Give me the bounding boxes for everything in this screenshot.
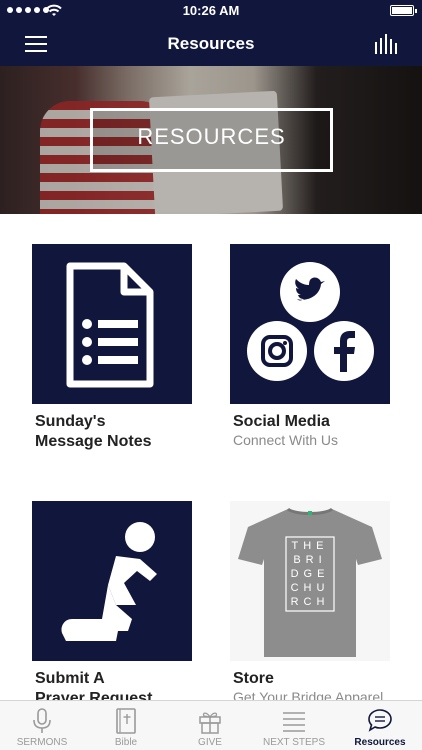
prayer-tile bbox=[32, 501, 192, 661]
hero-title: RESOURCES bbox=[137, 124, 286, 149]
battery-icon bbox=[390, 5, 417, 16]
tab-next-steps[interactable]: NEXT STEPS bbox=[252, 701, 336, 750]
shirt-text-line: BRI bbox=[293, 554, 326, 566]
shirt-text-line: CHU bbox=[291, 582, 330, 594]
card-title: Social Media bbox=[233, 413, 330, 430]
tab-bar: SERMONS Bible GIVE NEXT STEPS Resources bbox=[0, 700, 422, 750]
card-title: Store bbox=[233, 670, 274, 687]
page-title: Resources bbox=[167, 34, 255, 53]
card-store[interactable]: THE BRI DGE CHU RCH Store Get Your Bridg… bbox=[230, 501, 390, 705]
card-prayer-request[interactable]: Submit A Prayer Request bbox=[32, 501, 192, 707]
hero-banner: RESOURCES bbox=[0, 66, 422, 214]
gift-icon bbox=[199, 712, 221, 734]
social-media-icons bbox=[247, 262, 374, 381]
tab-bible[interactable]: Bible bbox=[84, 701, 168, 750]
status-time: 10:26 AM bbox=[182, 3, 240, 18]
notes-tile bbox=[32, 244, 192, 404]
social-tile bbox=[230, 244, 390, 404]
shirt-text-line: THE bbox=[292, 540, 329, 552]
praying-person-icon bbox=[61, 522, 157, 641]
list-icon bbox=[283, 712, 305, 732]
instagram-icon bbox=[247, 321, 307, 381]
card-message-notes[interactable]: Sunday's Message Notes bbox=[32, 244, 192, 464]
store-tile: THE BRI DGE CHU RCH bbox=[230, 501, 390, 661]
tab-sermons[interactable]: SERMONS bbox=[0, 701, 84, 750]
tab-give[interactable]: GIVE bbox=[168, 701, 252, 750]
tshirt-image: THE BRI DGE CHU RCH bbox=[238, 507, 382, 657]
nav-bar: Resources bbox=[0, 22, 422, 66]
tab-label: GIVE bbox=[198, 737, 222, 748]
tab-resources[interactable]: Resources bbox=[338, 701, 422, 750]
tab-label: Bible bbox=[114, 737, 138, 748]
document-list-icon bbox=[66, 262, 154, 388]
microphone-icon bbox=[33, 708, 51, 733]
shirt-text-line: RCH bbox=[291, 596, 330, 608]
tab-label: NEXT STEPS bbox=[262, 737, 326, 748]
tab-label: Resources bbox=[354, 737, 406, 748]
audio-bars-icon[interactable] bbox=[374, 34, 398, 54]
bible-icon bbox=[116, 708, 136, 734]
chat-icon bbox=[368, 709, 392, 732]
status-bar: 10:26 AM bbox=[0, 0, 422, 22]
tab-label: SERMONS bbox=[16, 737, 68, 748]
card-title: Sunday's Message Notes bbox=[35, 413, 152, 450]
card-subtitle: Connect With Us bbox=[233, 432, 339, 448]
card-social-media[interactable]: Social Media Connect With Us bbox=[230, 244, 390, 464]
shirt-text-line: DGE bbox=[291, 568, 330, 580]
